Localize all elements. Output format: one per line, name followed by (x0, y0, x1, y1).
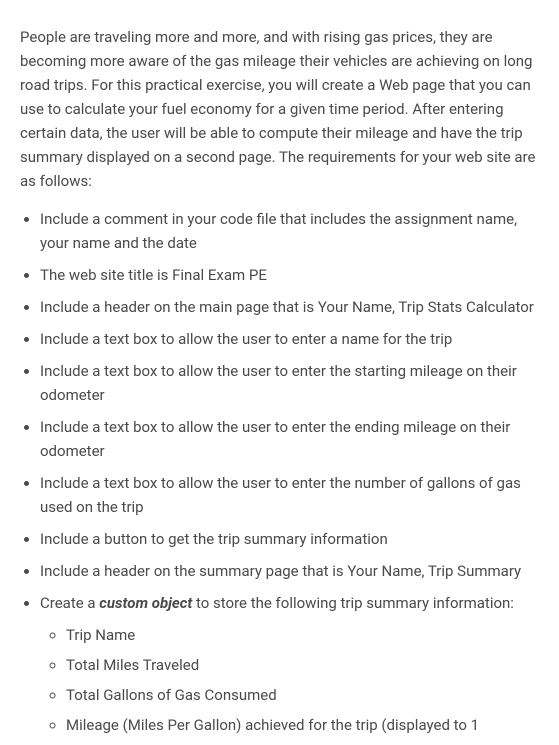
list-item: Include a text box to allow the user to … (40, 415, 539, 463)
list-item: Include a header on the summary page tha… (40, 559, 539, 583)
custom-obj-pre: Create a (40, 594, 99, 612)
list-item: Include a text box to allow the user to … (40, 471, 539, 519)
custom-obj-post: to store the following trip summary info… (192, 594, 514, 612)
list-item: Total Gallons of Gas Consumed (66, 683, 539, 707)
custom-obj-em: custom object (99, 594, 192, 612)
list-item: Mileage (Miles Per Gallon) achieved for … (66, 713, 539, 737)
sub-list: Trip Name Total Miles Traveled Total Gal… (40, 623, 539, 737)
list-item: Total Miles Traveled (66, 653, 539, 677)
list-item: Include a text box to allow the user to … (40, 359, 539, 407)
intro-paragraph: People are traveling more and more, and … (20, 25, 539, 193)
list-item: Trip Name (66, 623, 539, 647)
requirements-list: Include a comment in your code file that… (20, 207, 539, 737)
list-item: Include a comment in your code file that… (40, 207, 539, 255)
list-item: The web site title is Final Exam PE (40, 263, 539, 287)
list-item: Include a button to get the trip summary… (40, 527, 539, 551)
list-item-custom-object: Create a custom object to store the foll… (40, 591, 539, 737)
list-item: Include a text box to allow the user to … (40, 327, 539, 351)
list-item: Include a header on the main page that i… (40, 295, 539, 319)
